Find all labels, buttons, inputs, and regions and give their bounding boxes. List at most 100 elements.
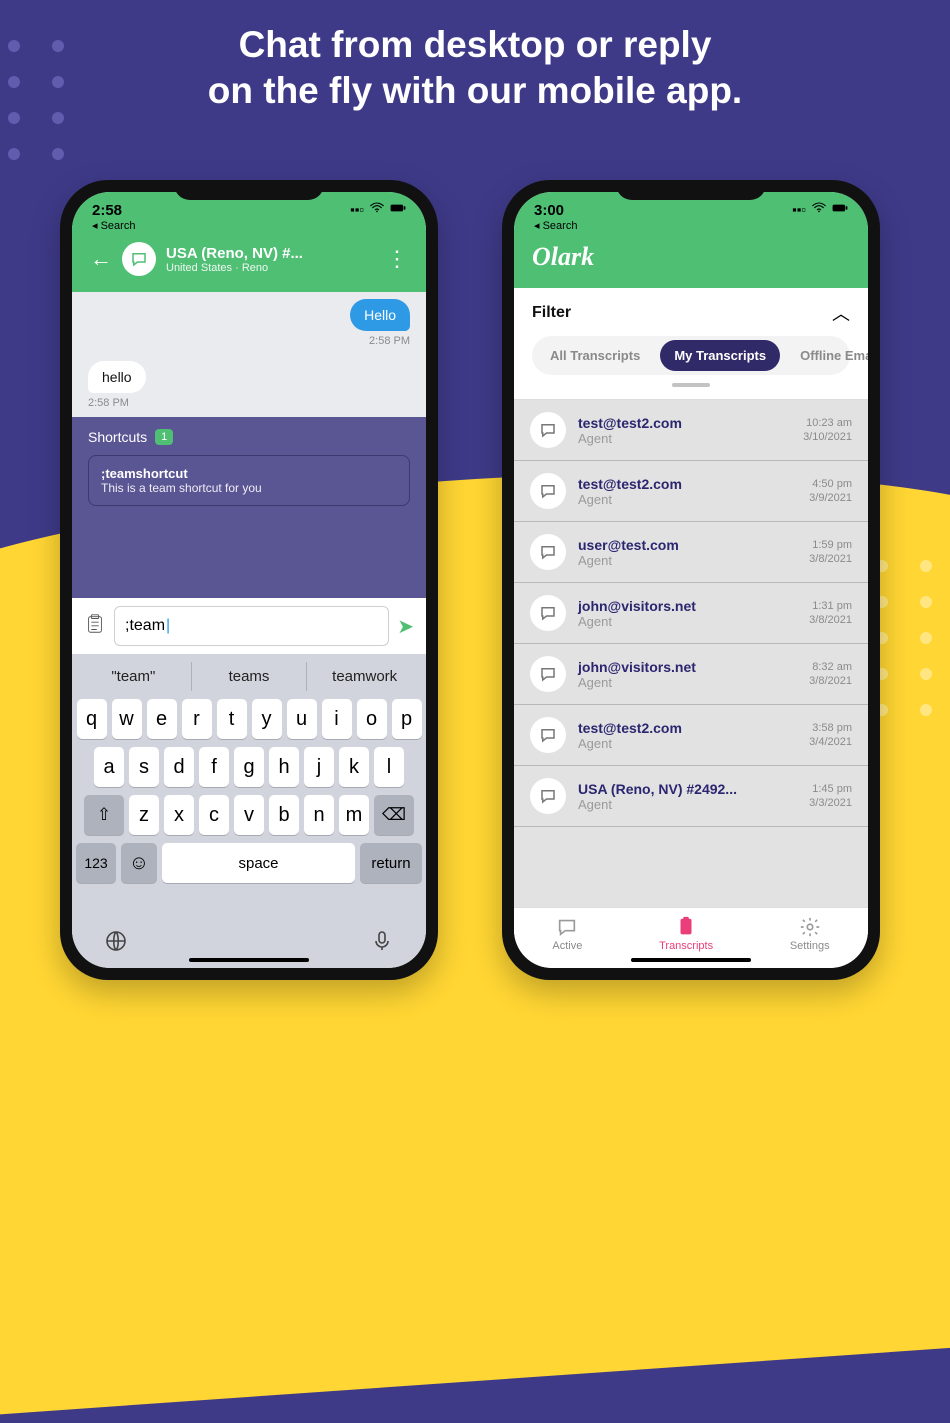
tab-all-transcripts[interactable]: All Transcripts bbox=[536, 340, 654, 371]
tab-offline-emails[interactable]: Offline Emails bbox=[786, 340, 868, 371]
key-o[interactable]: o bbox=[357, 699, 387, 739]
transcript-email: test@test2.com bbox=[578, 415, 803, 431]
clipboard-icon[interactable] bbox=[84, 613, 106, 640]
key-h[interactable]: h bbox=[269, 747, 299, 787]
key-b[interactable]: b bbox=[269, 795, 299, 835]
key-d[interactable]: d bbox=[164, 747, 194, 787]
transcript-row[interactable]: test@test2.comAgent3:58 pm3/4/2021 bbox=[514, 705, 868, 766]
shortcut-item[interactable]: ;teamshortcut This is a team shortcut fo… bbox=[88, 455, 410, 506]
key-q[interactable]: q bbox=[77, 699, 107, 739]
decorative-dots-right bbox=[876, 560, 940, 716]
filter-label: Filter bbox=[532, 304, 571, 322]
key-s[interactable]: s bbox=[129, 747, 159, 787]
home-indicator[interactable] bbox=[631, 958, 751, 962]
mic-icon[interactable] bbox=[370, 929, 394, 958]
return-key[interactable]: return bbox=[360, 843, 422, 883]
key-w[interactable]: w bbox=[112, 699, 142, 739]
phone-transcripts: 3:00 ◂ Search ▪▪▫ Olark Filter ︿ All bbox=[502, 180, 880, 980]
key-a[interactable]: a bbox=[94, 747, 124, 787]
key-z[interactable]: z bbox=[129, 795, 159, 835]
transcript-list[interactable]: test@test2.comAgent10:23 am3/10/2021test… bbox=[514, 400, 868, 907]
brand-header: Olark bbox=[514, 236, 868, 288]
avatar[interactable] bbox=[122, 242, 156, 276]
wifi-icon bbox=[369, 202, 385, 217]
shortcuts-label: Shortcuts bbox=[88, 429, 147, 445]
key-n[interactable]: n bbox=[304, 795, 334, 835]
key-f[interactable]: f bbox=[199, 747, 229, 787]
key-i[interactable]: i bbox=[322, 699, 352, 739]
nav-label: Transcripts bbox=[659, 940, 713, 952]
send-icon[interactable]: ➤ bbox=[397, 614, 414, 639]
signal-icon: ▪▪▫ bbox=[792, 202, 806, 217]
transcript-time: 1:59 pm bbox=[809, 538, 852, 552]
transcript-time: 3:58 pm bbox=[809, 721, 852, 735]
brand-logo: Olark bbox=[532, 242, 850, 272]
key-u[interactable]: u bbox=[287, 699, 317, 739]
shift-key[interactable]: ⇧ bbox=[84, 795, 124, 835]
suggestion[interactable]: "team" bbox=[76, 662, 191, 691]
transcript-email: test@test2.com bbox=[578, 476, 809, 492]
numeric-key[interactable]: 123 bbox=[76, 843, 116, 883]
suggestion[interactable]: teamwork bbox=[306, 662, 422, 691]
hero-headline: Chat from desktop or reply on the fly wi… bbox=[65, 22, 885, 115]
key-j[interactable]: j bbox=[304, 747, 334, 787]
filter-header[interactable]: Filter ︿ bbox=[532, 300, 850, 326]
kebab-menu-icon[interactable]: ⋮ bbox=[386, 246, 408, 272]
notch bbox=[174, 180, 324, 200]
key-c[interactable]: c bbox=[199, 795, 229, 835]
shortcut-command: ;teamshortcut bbox=[101, 466, 397, 481]
globe-icon[interactable] bbox=[104, 929, 128, 958]
chat-bubble-icon bbox=[530, 473, 566, 509]
emoji-key[interactable]: ☺ bbox=[121, 843, 157, 883]
transcript-role: Agent bbox=[578, 431, 803, 446]
status-back-label[interactable]: ◂ Search bbox=[92, 219, 135, 232]
key-t[interactable]: t bbox=[217, 699, 247, 739]
key-e[interactable]: e bbox=[147, 699, 177, 739]
suggestion[interactable]: teams bbox=[191, 662, 307, 691]
key-m[interactable]: m bbox=[339, 795, 369, 835]
transcript-row[interactable]: USA (Reno, NV) #2492...Agent1:45 pm3/3/2… bbox=[514, 766, 868, 827]
message-input[interactable]: ;team bbox=[114, 606, 389, 646]
space-key[interactable]: space bbox=[162, 843, 355, 883]
transcript-row[interactable]: john@visitors.netAgent1:31 pm3/8/2021 bbox=[514, 583, 868, 644]
transcript-row[interactable]: user@test.comAgent1:59 pm3/8/2021 bbox=[514, 522, 868, 583]
message-area[interactable]: Hello 2:58 PM hello 2:58 PM bbox=[72, 292, 426, 417]
keyboard: "team" teams teamwork qwertyuiop asdfghj… bbox=[72, 654, 426, 919]
transcript-date: 3/9/2021 bbox=[809, 491, 852, 505]
nav-transcripts[interactable]: Transcripts bbox=[659, 916, 713, 952]
transcript-date: 3/3/2021 bbox=[809, 796, 852, 810]
key-v[interactable]: v bbox=[234, 795, 264, 835]
chat-title: USA (Reno, NV) #... bbox=[166, 245, 303, 262]
shortcuts-gap bbox=[72, 522, 426, 598]
transcript-row[interactable]: test@test2.comAgent10:23 am3/10/2021 bbox=[514, 400, 868, 461]
transcript-date: 3/4/2021 bbox=[809, 735, 852, 749]
key-r[interactable]: r bbox=[182, 699, 212, 739]
key-y[interactable]: y bbox=[252, 699, 282, 739]
pull-handle[interactable] bbox=[672, 383, 710, 387]
back-arrow-icon[interactable]: ← bbox=[90, 246, 112, 272]
battery-icon bbox=[832, 202, 848, 217]
transcript-row[interactable]: test@test2.comAgent4:50 pm3/9/2021 bbox=[514, 461, 868, 522]
transcript-row[interactable]: john@visitors.netAgent8:32 am3/8/2021 bbox=[514, 644, 868, 705]
transcript-time: 1:45 pm bbox=[809, 782, 852, 796]
chat-bubble-icon bbox=[530, 534, 566, 570]
tab-my-transcripts[interactable]: My Transcripts bbox=[660, 340, 780, 371]
home-indicator[interactable] bbox=[189, 958, 309, 962]
key-l[interactable]: l bbox=[374, 747, 404, 787]
transcript-email: test@test2.com bbox=[578, 720, 809, 736]
nav-settings[interactable]: Settings bbox=[790, 916, 830, 952]
key-x[interactable]: x bbox=[164, 795, 194, 835]
shortcuts-panel: Shortcuts 1 ;teamshortcut This is a team… bbox=[72, 417, 426, 522]
key-p[interactable]: p bbox=[392, 699, 422, 739]
status-back-label[interactable]: ◂ Search bbox=[534, 219, 577, 232]
backspace-key[interactable]: ⌫ bbox=[374, 795, 414, 835]
transcript-email: user@test.com bbox=[578, 537, 809, 553]
chat-header: ← USA (Reno, NV) #... United States · Re… bbox=[72, 236, 426, 292]
wifi-icon bbox=[811, 202, 827, 217]
nav-active[interactable]: Active bbox=[552, 916, 582, 952]
transcript-role: Agent bbox=[578, 614, 809, 629]
key-g[interactable]: g bbox=[234, 747, 264, 787]
keyboard-suggestions: "team" teams teamwork bbox=[76, 662, 422, 691]
key-k[interactable]: k bbox=[339, 747, 369, 787]
transcript-email: john@visitors.net bbox=[578, 659, 809, 675]
